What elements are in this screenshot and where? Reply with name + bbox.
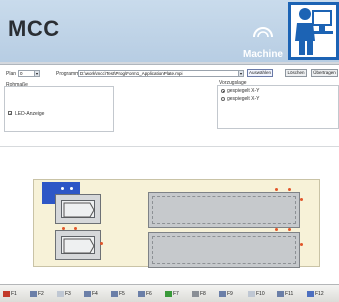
- machine-table-view: [0, 146, 339, 284]
- operator-workstation-icon: [291, 5, 336, 57]
- marker-dot: [100, 242, 103, 245]
- workpiece-holder-insert: [61, 200, 95, 218]
- led-display-label: LED-Anzeige: [15, 111, 45, 117]
- marker-dot: [62, 227, 65, 230]
- f12-label: F12: [315, 291, 324, 297]
- f7-label: F7: [173, 291, 179, 297]
- raw-dimensions-group: [4, 86, 114, 132]
- f6-key[interactable]: F6: [138, 289, 152, 299]
- f8-key[interactable]: F8: [192, 289, 206, 299]
- workpiece-holder-top[interactable]: [55, 194, 101, 224]
- f10-label: F10: [256, 291, 265, 297]
- marker-dot: [70, 187, 73, 190]
- logo-text: Machine: [242, 49, 283, 60]
- settings-form: Plan 0 ▾ Programm D:\work\mcc\Test\Prog\…: [0, 66, 339, 146]
- tool-icon: [192, 290, 199, 297]
- marker-dot: [300, 198, 303, 201]
- check-icon: [165, 290, 172, 297]
- marker-dot: [74, 227, 77, 230]
- f2-key[interactable]: F2: [30, 289, 44, 299]
- f11-key[interactable]: F11: [277, 289, 293, 299]
- transfer-button[interactable]: Übertragen: [311, 69, 338, 77]
- f12-key[interactable]: F12: [307, 289, 324, 299]
- machine-logo: Machine: [239, 24, 287, 60]
- mirrored-radio-1[interactable]: [221, 89, 225, 93]
- marker-dot: [300, 243, 303, 246]
- program-label: Programm: [56, 71, 80, 77]
- select-button[interactable]: Auswählen: [247, 69, 273, 77]
- mirrored-radio-2-label: gespiegelt X-Y: [227, 96, 260, 102]
- f1-key[interactable]: F1: [3, 289, 17, 299]
- app-header: MCC Machine: [0, 0, 339, 62]
- f6-label: F6: [146, 291, 152, 297]
- clamp-rail-inner: [152, 236, 296, 264]
- mcc-window: MCC Machine Plan 0 ▾ Programm D:\work\mc…: [0, 0, 339, 302]
- chevron-down-icon[interactable]: ▾: [34, 71, 39, 76]
- window-icon: [30, 290, 37, 297]
- marker-dot: [275, 188, 278, 191]
- machine-table-panel: [33, 179, 320, 268]
- chevron-down-icon[interactable]: ▾: [238, 71, 243, 76]
- plan-select[interactable]: 0 ▾: [18, 70, 40, 77]
- header-divider-line: [0, 64, 339, 65]
- f9-key[interactable]: F9: [219, 289, 233, 299]
- program-path-field[interactable]: D:\work\mcc\Test\Prog\Form1_ApplicationP…: [78, 70, 244, 77]
- machine-arc-icon: [253, 27, 273, 38]
- f7-key[interactable]: F7: [165, 289, 179, 299]
- plan-label: Plan: [6, 71, 17, 77]
- table-icon: [277, 290, 284, 297]
- f1-label: F1: [11, 291, 17, 297]
- search-icon: [219, 290, 226, 297]
- f8-label: F8: [200, 291, 206, 297]
- marker-dot: [288, 228, 291, 231]
- mirrored-radio-1-label: gespiegelt X-Y: [227, 88, 260, 94]
- plan-value: 0: [20, 71, 23, 76]
- blank-icon: [248, 290, 255, 297]
- f5-key[interactable]: F5: [111, 289, 125, 299]
- clamp-rail-bottom[interactable]: [148, 232, 300, 268]
- marker-dot: [61, 187, 64, 190]
- marker-dot: [275, 228, 278, 231]
- f4-key[interactable]: F4: [84, 289, 98, 299]
- app-title: MCC: [8, 16, 60, 41]
- clamp-rail-inner: [152, 196, 296, 224]
- arrow-icon: [307, 290, 314, 297]
- mirrored-radio-2[interactable]: [221, 97, 225, 101]
- marker-dot: [288, 188, 291, 191]
- workpiece-holder-insert: [61, 236, 95, 254]
- workpiece-holder-bottom[interactable]: [55, 230, 101, 260]
- home-icon: [3, 290, 10, 297]
- f2-label: F2: [38, 291, 44, 297]
- table-icon: [84, 290, 91, 297]
- f3-key[interactable]: F3: [57, 289, 71, 299]
- f4-label: F4: [92, 291, 98, 297]
- f5-label: F5: [119, 291, 125, 297]
- list-icon: [138, 290, 145, 297]
- delete-button[interactable]: Löschen: [285, 69, 307, 77]
- f3-label: F3: [65, 291, 71, 297]
- grid-icon: [111, 290, 118, 297]
- clamp-rail-top[interactable]: [148, 192, 300, 228]
- program-path-value: D:\work\mcc\Test\Prog\Form1_ApplicationP…: [80, 71, 183, 76]
- operator-icon-box: [288, 2, 339, 60]
- function-key-bar: F1 F2 F3 F4 F5 F6 F7 F8 F9 F10 F11 F12: [0, 284, 339, 302]
- f10-key[interactable]: F10: [248, 289, 265, 299]
- led-display-checkbox[interactable]: ✓: [8, 111, 12, 116]
- f9-label: F9: [227, 291, 233, 297]
- f11-label: F11: [285, 291, 294, 297]
- blank-icon: [57, 290, 64, 297]
